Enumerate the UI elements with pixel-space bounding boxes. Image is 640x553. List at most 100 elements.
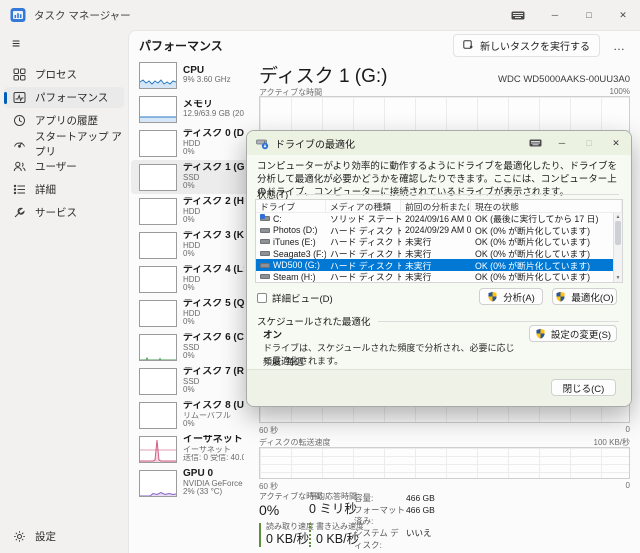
perf-item-disk1[interactable]: ディスク 1 (G:)SSD0%	[131, 160, 248, 194]
column-header-drive: ドライブ	[256, 200, 326, 212]
sidebar-item-details[interactable]: 詳細	[4, 179, 124, 200]
uac-shield-icon	[555, 291, 566, 302]
sidebar-item-startup-apps[interactable]: スタートアップ アプリ	[4, 133, 124, 154]
navigation-menu-button[interactable]: ≡	[0, 30, 128, 56]
perf-item-disk5[interactable]: ディスク 5 (Q: S:)HDD0%	[131, 296, 248, 330]
disk4-mini-graph	[139, 266, 177, 293]
sidebar-item-processes[interactable]: プロセス	[4, 64, 124, 85]
more-options-button[interactable]: …	[606, 37, 632, 55]
drives-table[interactable]: ドライブ メディアの種類 前回の分析または最... 現在の状態 C: ソリッド …	[255, 199, 623, 283]
perf-item-disk7[interactable]: ディスク 7 (R:)SSD0%	[131, 364, 248, 398]
run-new-task-button[interactable]: 新しいタスクを実行する	[453, 34, 600, 57]
sidebar-nav: プロセス パフォーマンス アプリの履歴 スタートアップ アプリ ユーザー 詳細	[0, 64, 128, 223]
disk-stats: アクティブな時間 0% 平均応答時間 0 ミリ秒 読み取り速度 0 KB/秒 書…	[259, 492, 630, 551]
transfer-rate-graph	[259, 447, 630, 479]
titlebar: タスク マネージャー ─ □ ✕	[0, 0, 640, 30]
keyboard-icon[interactable]	[529, 134, 542, 152]
schedule-group-label: スケジュールされた最適化	[257, 314, 370, 328]
schedule-state: オン	[263, 327, 282, 341]
app-title: タスク マネージャー	[34, 8, 131, 23]
drive-icon	[260, 263, 270, 268]
optimize-button[interactable]: 最適化(O)	[552, 288, 617, 305]
perf-item-disk6[interactable]: ディスク 6 (C:)SSD0%	[131, 330, 248, 364]
perf-item-gpu0[interactable]: GPU 0NVIDIA GeForce R...2% (33 °C)	[131, 466, 248, 500]
disk-detail-grid: 容量:466 GB フォーマット済み:466 GB システム ディスク:いいえ …	[354, 493, 435, 553]
group-divider	[296, 194, 619, 195]
disk0-mini-graph	[139, 130, 177, 157]
close-dialog-button[interactable]: 閉じる(C)	[551, 379, 616, 396]
change-settings-button[interactable]: 設定の変更(S)	[529, 325, 617, 342]
run-new-task-label: 新しいタスクを実行する	[480, 38, 590, 53]
optimize-label: 最適化(O)	[571, 290, 613, 304]
disk5-mini-graph	[139, 300, 177, 327]
keyboard-icon[interactable]	[498, 0, 538, 30]
perf-item-disk4[interactable]: ディスク 4 (L: M: N: O...HDD0%	[131, 262, 248, 296]
table-row-drive-c[interactable]: C: ソリッド ステート ドライブ 2024/09/16 AM 04... OK…	[256, 213, 622, 225]
table-row-photos-d[interactable]: Photos (D:) ハード ディスク ドライブ 2024/09/29 AM …	[256, 225, 622, 237]
dialog-minimize-button[interactable]: ─	[555, 138, 569, 148]
schedule-frequency: 頻度: 毎週	[263, 355, 304, 368]
table-scrollbar[interactable]: ▲ ▼	[613, 213, 622, 282]
perf-item-cpu[interactable]: CPU9% 3.60 GHz	[131, 58, 248, 92]
sidebar-item-settings[interactable]: 設定	[4, 526, 124, 547]
memory-mini-graph	[139, 96, 177, 123]
settings-label: 設定	[35, 529, 56, 544]
table-row-wd500-g-selected[interactable]: WD500 (G:) ハード ディスク ドライブ 未実行 OK (0% が断片化…	[256, 259, 622, 271]
perf-item-ethernet[interactable]: イーサネットイーサネット送信: 0 受信: 40.0 Kbps	[131, 432, 248, 466]
device-name: WDC WD5000AAKS-00UU3A0	[498, 74, 630, 85]
sidebar-item-label: スタートアップ アプリ	[35, 129, 124, 159]
page-title: パフォーマンス	[139, 37, 223, 54]
details-list-icon	[13, 183, 26, 196]
task-manager-window: タスク マネージャー ─ □ ✕ ≡ プロセス パフォーマンス アプリの履歴	[0, 0, 640, 553]
sidebar-item-label: アプリの履歴	[35, 113, 98, 128]
scroll-up-arrow[interactable]: ▲	[614, 213, 622, 221]
uac-shield-icon	[535, 328, 546, 339]
history-clock-icon	[13, 114, 26, 127]
content-header: パフォーマンス 新しいタスクを実行する …	[129, 31, 640, 59]
disk6-mini-graph	[139, 334, 177, 361]
disk1-mini-graph	[139, 164, 177, 191]
performance-icon	[13, 91, 26, 104]
disk-title: ディスク 1 (G:)	[259, 66, 388, 87]
checkbox-icon[interactable]	[257, 293, 267, 303]
table-row-steam-h[interactable]: Steam (H:) ハード ディスク ドライブ 未実行 OK (0% が断片化…	[256, 271, 622, 283]
perf-item-memory[interactable]: メモリ12.9/63.9 GB (20%)	[131, 92, 248, 126]
ethernet-mini-graph	[139, 436, 177, 463]
task-manager-app-icon	[10, 7, 26, 23]
system-drive-icon	[260, 216, 270, 221]
stat-avg-response: 平均応答時間 0 ミリ秒	[309, 493, 357, 517]
close-button[interactable]: ✕	[606, 0, 640, 30]
disk2-mini-graph	[139, 198, 177, 225]
drive-icon	[260, 239, 270, 244]
disk7-mini-graph	[139, 368, 177, 395]
stat-read-speed: 読み取り速度 0 KB/秒	[259, 523, 314, 547]
perf-item-disk3[interactable]: ディスク 3 (K:)HDD0%	[131, 228, 248, 262]
column-header-last-run: 前回の分析または最...	[401, 200, 471, 212]
dialog-titlebar[interactable]: ドライブの最適化 ─ □ ✕	[247, 131, 631, 155]
scroll-down-arrow[interactable]: ▼	[614, 274, 622, 282]
detail-view-checkbox[interactable]: 詳細ビュー(D)	[257, 291, 333, 305]
perf-item-disk0[interactable]: ディスク 0 (D: E: F:)HDD0%	[131, 126, 248, 160]
dialog-close-icon-button[interactable]: ✕	[609, 138, 623, 149]
perf-item-disk2[interactable]: ディスク 2 (H: I: J:)HDD0%	[131, 194, 248, 228]
drive-icon	[260, 251, 270, 256]
minimize-button[interactable]: ─	[538, 0, 572, 30]
sidebar-item-label: サービス	[35, 205, 77, 220]
gpu-mini-graph	[139, 470, 177, 497]
table-row-itunes-e[interactable]: iTunes (E:) ハード ディスク ドライブ 未実行 OK (0% が断片…	[256, 236, 622, 248]
drives-table-header[interactable]: ドライブ メディアの種類 前回の分析または最... 現在の状態	[256, 200, 622, 213]
sidebar-item-performance[interactable]: パフォーマンス	[4, 87, 124, 108]
perf-item-disk8[interactable]: ディスク 8 (U: V:)リムーバブル0%	[131, 398, 248, 432]
maximize-button[interactable]: □	[572, 0, 606, 30]
sidebar-item-services[interactable]: サービス	[4, 202, 124, 223]
dialog-title: ドライブの最適化	[275, 136, 355, 151]
optimize-drives-icon	[256, 137, 269, 150]
sidebar-item-label: プロセス	[35, 67, 77, 82]
analyze-button[interactable]: 分析(A)	[479, 288, 543, 305]
dialog-maximize-button[interactable]: □	[582, 138, 596, 148]
drive-icon	[260, 228, 270, 233]
sidebar-item-label: 詳細	[35, 182, 56, 197]
table-row-seagate3-f[interactable]: Seagate3 (F:) ハード ディスク ドライブ 未実行 OK (0% が…	[256, 248, 622, 260]
sidebar-item-users[interactable]: ユーザー	[4, 156, 124, 177]
scrollbar-thumb[interactable]	[615, 221, 621, 245]
